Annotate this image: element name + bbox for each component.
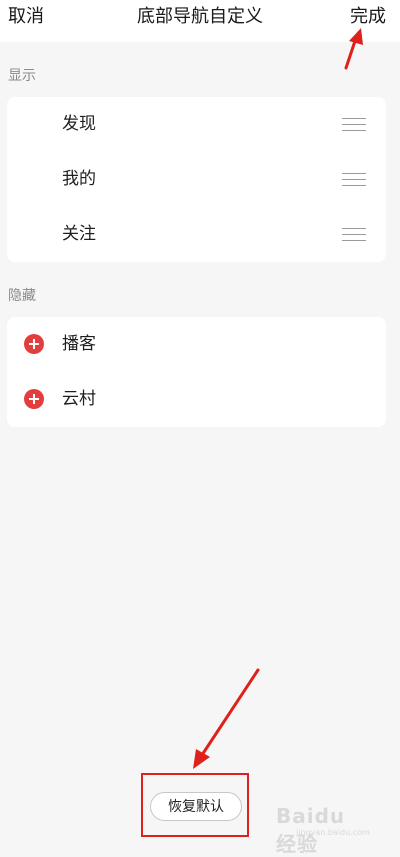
drag-handle-icon[interactable] <box>342 118 366 131</box>
list-item-follow[interactable]: 关注 <box>7 207 386 262</box>
done-button[interactable]: 完成 <box>350 5 386 29</box>
list-item-label: 关注 <box>62 224 96 244</box>
list-item-label: 发现 <box>62 114 96 134</box>
list-item-podcast[interactable]: 播客 <box>7 317 386 372</box>
shown-tabs-card: 发现 我的 关注 <box>7 97 386 262</box>
drag-handle-icon[interactable] <box>342 173 366 186</box>
section-label-shown: 显示 <box>8 68 36 84</box>
hidden-tabs-card: 播客 云村 <box>7 317 386 427</box>
section-label-hidden: 隐藏 <box>8 288 36 304</box>
baidu-watermark: Baidu 经验 jingyan.baidu.com <box>276 804 372 856</box>
list-item-label: 我的 <box>62 169 96 189</box>
annotation-arrow-restore <box>193 668 260 769</box>
list-item-cloud-village[interactable]: 云村 <box>7 372 386 427</box>
cancel-button[interactable]: 取消 <box>8 5 44 29</box>
page-title: 底部导航自定义 <box>137 6 263 27</box>
restore-default-button[interactable]: 恢复默认 <box>150 792 242 821</box>
add-circle-icon[interactable] <box>24 334 44 354</box>
list-item-label: 云村 <box>62 389 96 409</box>
list-item-mine[interactable]: 我的 <box>7 152 386 207</box>
add-circle-icon[interactable] <box>24 389 44 409</box>
watermark-url: jingyan.baidu.com <box>296 828 370 837</box>
list-item-label: 播客 <box>62 334 96 354</box>
list-item-discover[interactable]: 发现 <box>7 97 386 152</box>
top-bar: 底部导航自定义 取消 完成 <box>0 0 400 42</box>
drag-handle-icon[interactable] <box>342 228 366 241</box>
